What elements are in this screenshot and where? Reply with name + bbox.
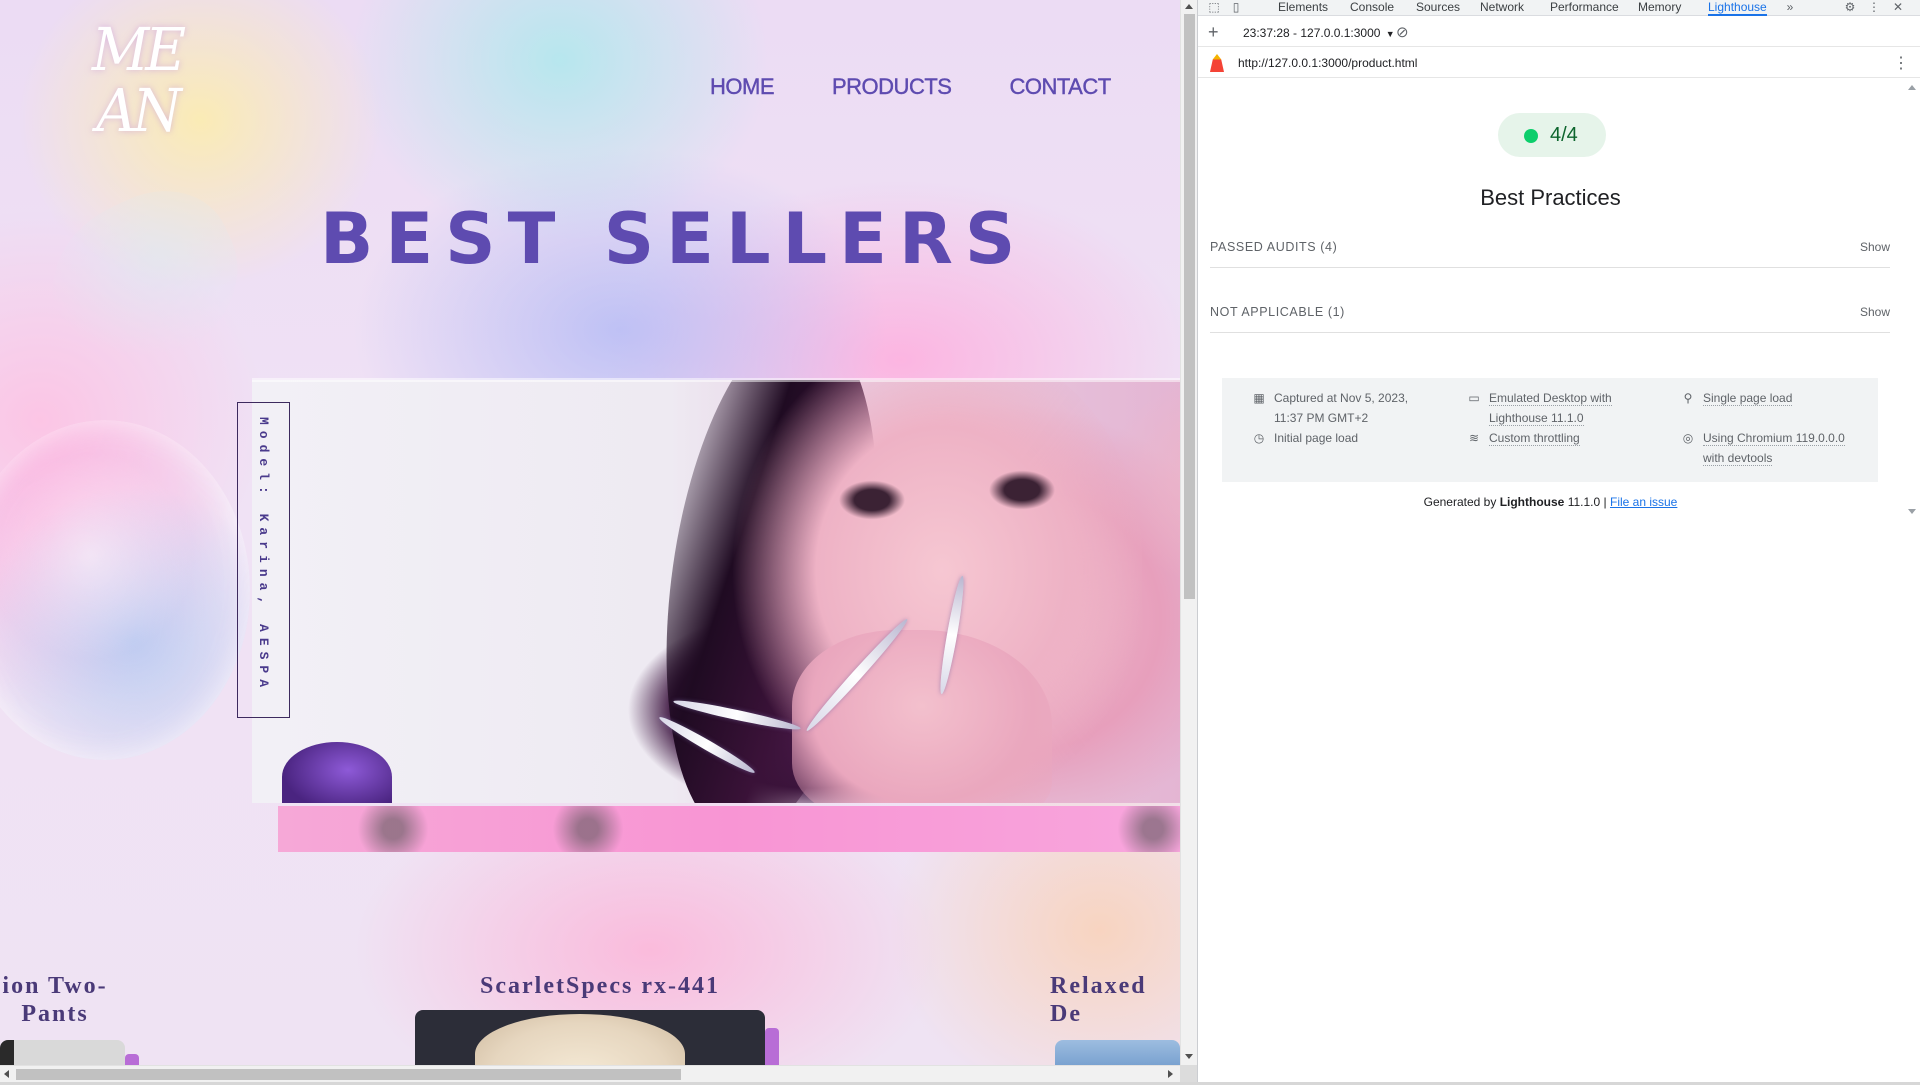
more-options-icon[interactable]: ⋮ [1866, 0, 1882, 15]
main-nav: HOME PRODUCTS CONTACT [710, 74, 1112, 100]
logo-text: MEAN [91, 16, 186, 146]
wifi-icon: ≋ [1468, 431, 1480, 445]
report-meta-box: ▦ Captured at Nov 5, 2023, 11:37 PM GMT+… [1222, 378, 1878, 482]
report-select-label: 23:37:28 - 127.0.0.1:3000 [1243, 26, 1381, 40]
product-title[interactable]: ion Two- Pants [0, 972, 120, 1028]
devtools-tab-bar: ⬚ ▯ Elements Console Sources Network Per… [1198, 0, 1920, 16]
product-image[interactable] [415, 1010, 765, 1065]
tab-performance[interactable]: Performance [1550, 0, 1619, 16]
lighthouse-toolbar: + 23:37:28 - 127.0.0.1:3000 ▼ ⊘ [1198, 18, 1920, 47]
scroll-up-arrow[interactable] [1185, 4, 1193, 9]
page-vertical-scrollbar[interactable] [1180, 0, 1197, 1065]
meta-chromium[interactable]: ◎ Using Chromium 119.0.0.0 with devtools [1683, 428, 1845, 468]
meta-throttling[interactable]: ≋ Custom throttling [1469, 428, 1580, 448]
more-tabs-icon[interactable]: » [1782, 0, 1798, 15]
report-menu-icon[interactable]: ⋮ [1893, 53, 1909, 73]
report-footer: Generated by Lighthouse 11.1.0 | File an… [1423, 495, 1678, 509]
lighthouse-logo-icon [1210, 54, 1224, 72]
inspect-element-icon[interactable]: ⬚ [1206, 0, 1222, 15]
file-issue-link[interactable]: File an issue [1610, 495, 1677, 509]
strip-texture [1108, 806, 1180, 852]
meta-single-load[interactable]: ⚲ Single page load [1684, 388, 1793, 408]
strip-texture [348, 806, 438, 852]
hero-image [252, 380, 1180, 803]
scroll-down-arrow[interactable] [1185, 1054, 1193, 1059]
meta-emulated[interactable]: ▭ Emulated Desktop with Lighthouse 11.1.… [1468, 388, 1612, 428]
scrollbar-thumb[interactable] [16, 1069, 681, 1080]
hero-frame-edge [252, 378, 1180, 382]
tab-console[interactable]: Console [1350, 0, 1394, 16]
product-image-hair [475, 1014, 685, 1065]
chromium-icon: ◎ [1682, 431, 1694, 445]
site-logo[interactable]: MEAN [82, 16, 192, 153]
scrollbar-thumb[interactable] [1184, 14, 1195, 599]
product-card-tab [765, 1028, 779, 1065]
meta-initial-load: ◷ Initial page load [1253, 431, 1359, 445]
audit-group-not-applicable[interactable]: NOT APPLICABLE (1) Show [1210, 293, 1890, 333]
device-toolbar-icon[interactable]: ▯ [1228, 0, 1244, 15]
nav-products-link[interactable]: PRODUCTS [832, 74, 952, 100]
product-card-tab [125, 1054, 139, 1065]
lighthouse-name: Lighthouse [1499, 495, 1565, 509]
audit-group-passed[interactable]: PASSED AUDITS (4) Show [1210, 228, 1890, 268]
stopwatch-icon: ◷ [1253, 431, 1265, 445]
category-title: Best Practices [1480, 185, 1621, 210]
score-status-dot [1524, 129, 1538, 143]
devices-icon: ▭ [1468, 391, 1480, 405]
score-value: 4/4 [1550, 124, 1578, 146]
nav-home-link[interactable]: HOME [710, 74, 775, 100]
new-report-plus-icon[interactable]: + [1208, 22, 1219, 43]
bubble-decoration [0, 420, 250, 760]
tab-sources[interactable]: Sources [1416, 0, 1460, 16]
nav-contact-link[interactable]: CONTACT [1009, 74, 1111, 100]
group-label: NOT APPLICABLE (1) [1210, 305, 1345, 319]
product-image[interactable] [1055, 1040, 1180, 1065]
scroll-up-arrow[interactable] [1908, 85, 1916, 90]
show-toggle[interactable]: Show [1860, 305, 1890, 319]
calendar-icon: ▦ [1253, 391, 1265, 405]
single-load-icon: ⚲ [1683, 391, 1693, 405]
hero-shoulder [282, 742, 392, 803]
settings-gear-icon[interactable]: ⚙ [1842, 0, 1858, 15]
webpage-viewport: MEAN HOME PRODUCTS CONTACT BEST SELLERS … [0, 0, 1180, 1065]
score-gauge[interactable]: 4/4 [1498, 113, 1606, 157]
clear-reports-icon[interactable]: ⊘ [1396, 23, 1409, 41]
product-title[interactable]: ScarletSpecs rx-441 [420, 972, 780, 1000]
close-devtools-icon[interactable]: ✕ [1890, 0, 1906, 15]
show-toggle[interactable]: Show [1860, 240, 1890, 254]
lighthouse-report: 4/4 Best Practices PASSED AUDITS (4) Sho… [1198, 79, 1903, 519]
product-image[interactable] [0, 1040, 125, 1065]
tab-elements[interactable]: Elements [1278, 0, 1328, 16]
dropdown-caret-icon: ▼ [1385, 29, 1395, 39]
scroll-down-arrow[interactable] [1908, 509, 1916, 514]
hero-bottom-strip [278, 806, 1180, 852]
devtools-panel: ⬚ ▯ Elements Console Sources Network Per… [1197, 0, 1920, 1082]
page-horizontal-scrollbar[interactable] [0, 1065, 1180, 1082]
page-title: BEST SELLERS [320, 198, 1028, 280]
scroll-right-arrow[interactable] [1168, 1070, 1173, 1078]
scroll-left-arrow[interactable] [4, 1070, 9, 1078]
tab-network[interactable]: Network [1480, 0, 1524, 16]
product-title[interactable]: Relaxed De [1050, 972, 1180, 1028]
report-scrollbar[interactable] [1906, 79, 1920, 519]
butterfly-decoration [25, 167, 265, 393]
report-url[interactable]: http://127.0.0.1:3000/product.html [1238, 56, 1417, 70]
report-select[interactable]: 23:37:28 - 127.0.0.1:3000 ▼ [1243, 26, 1395, 40]
tab-memory[interactable]: Memory [1638, 0, 1681, 16]
model-credit-text: Model: Karina, AESPA [256, 417, 271, 694]
report-url-bar: http://127.0.0.1:3000/product.html ⋮ [1198, 48, 1920, 78]
strip-texture [543, 806, 633, 852]
tab-lighthouse[interactable]: Lighthouse [1708, 0, 1767, 16]
group-label: PASSED AUDITS (4) [1210, 240, 1338, 254]
meta-captured: ▦ Captured at Nov 5, 2023, 11:37 PM GMT+… [1253, 391, 1409, 425]
model-credit-box: Model: Karina, AESPA [237, 402, 290, 718]
